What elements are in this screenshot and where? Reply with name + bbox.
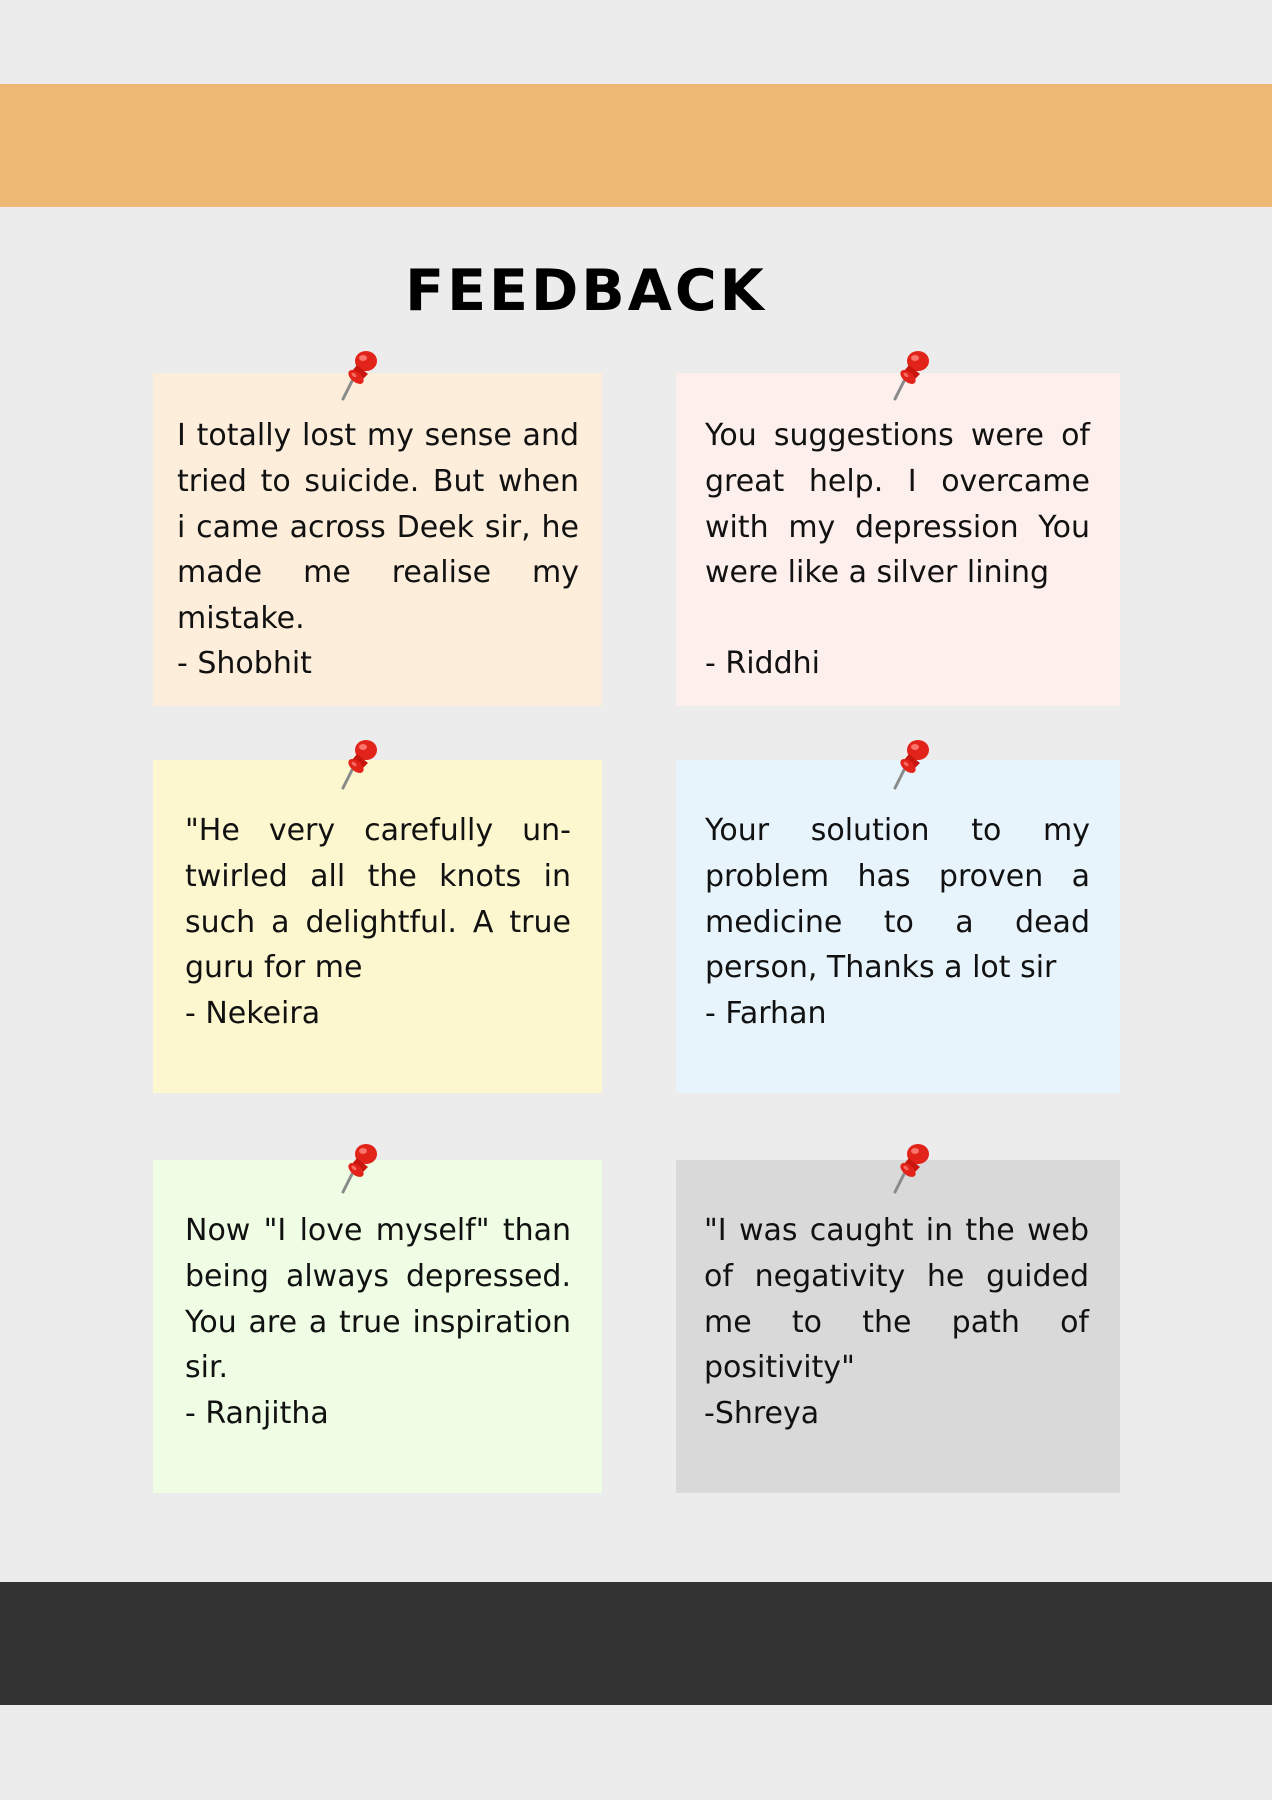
note-quote: You suggestions were of great help. I ov…: [705, 418, 1090, 591]
note-quote: "He very carefully un-twirled all the kn…: [185, 813, 571, 986]
feedback-note: Your solution to my problem has proven a…: [676, 760, 1120, 1093]
note-quote: Now "I love myself" than being always de…: [185, 1213, 571, 1386]
note-author: -Shreya: [704, 1396, 820, 1431]
note-author: - Farhan: [705, 996, 827, 1031]
note-author: - Riddhi: [705, 646, 820, 681]
pushpin-icon: [889, 736, 933, 792]
note-author: - Shobhit: [177, 646, 312, 681]
feedback-note: Now "I love myself" than being always de…: [153, 1160, 602, 1493]
pushpin-icon: [889, 347, 933, 403]
pushpin-icon: [337, 1140, 381, 1196]
feedback-note: I totally lost my sense and tried to sui…: [153, 373, 602, 706]
feedback-note: "He very carefully un-twirled all the kn…: [153, 760, 602, 1093]
pushpin-icon: [337, 736, 381, 792]
feedback-note: You suggestions were of great help. I ov…: [676, 373, 1120, 706]
bottom-color-band: [0, 1582, 1272, 1705]
note-quote: I totally lost my sense and tried to sui…: [177, 418, 579, 637]
note-quote: "I was caught in the web of negativity h…: [704, 1213, 1089, 1386]
note-quote: Your solution to my problem has proven a…: [705, 813, 1090, 986]
top-color-band: [0, 84, 1272, 207]
pushpin-icon: [889, 1140, 933, 1196]
feedback-note: "I was caught in the web of negativity h…: [676, 1160, 1120, 1493]
pushpin-icon: [337, 347, 381, 403]
page-title: FEEDBACK: [405, 258, 767, 324]
note-author: - Nekeira: [185, 996, 321, 1031]
note-author: - Ranjitha: [185, 1396, 329, 1431]
